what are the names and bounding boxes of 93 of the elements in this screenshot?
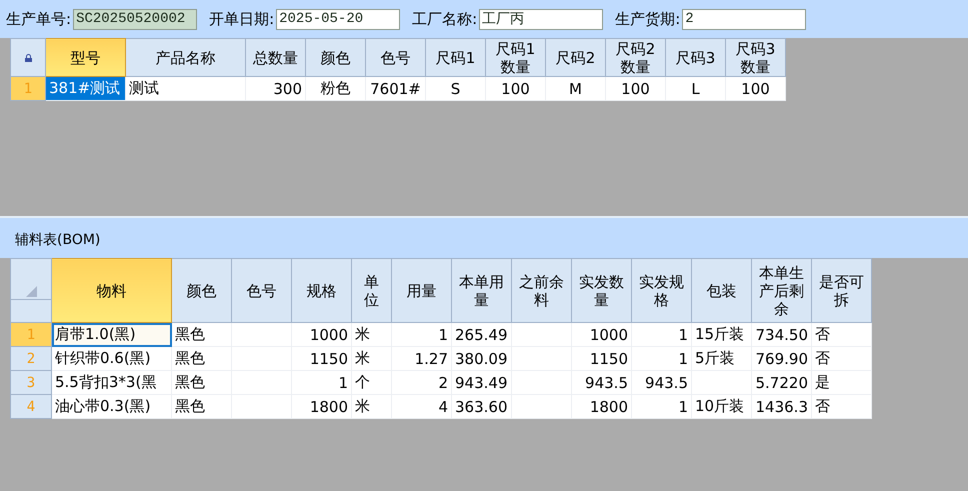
table-cell: 油心带0.3(黑) (52, 394, 172, 418)
select-all-icon[interactable] (26, 286, 36, 297)
table-cell: 1 (392, 322, 452, 346)
table-cell: 个 (352, 370, 392, 394)
table-cell: 黑色 (172, 370, 232, 394)
table-cell: 943.49 (452, 370, 512, 394)
table-cell: 1150 (292, 346, 352, 370)
table-cell: 100 (486, 76, 546, 100)
column-header[interactable]: 单位 (352, 258, 392, 322)
column-header[interactable]: 型号 (46, 38, 126, 76)
table-cell: L (666, 76, 726, 100)
table-cell: 1.27 (392, 346, 452, 370)
table-cell: 7601# (366, 76, 426, 100)
table-cell: 10斤装 (692, 394, 752, 418)
table-cell: 2 (392, 370, 452, 394)
input-field[interactable]: 2025-05-20 (276, 8, 400, 30)
table-cell: 米 (352, 346, 392, 370)
table-cell (232, 322, 292, 346)
table-cell: 380.09 (452, 346, 512, 370)
field-label: 工厂名称: (412, 10, 478, 28)
table-cell: 1000 (292, 322, 352, 346)
column-header[interactable]: 实发数量 (572, 258, 632, 322)
lock-icon (24, 54, 32, 62)
column-header[interactable]: 色号 (366, 38, 426, 76)
table-cell: 测试 (126, 76, 246, 100)
column-header[interactable]: 用量 (392, 258, 452, 322)
column-header[interactable]: 尺码3 (666, 38, 726, 76)
table-cell: 1436.3 (752, 394, 812, 418)
table-cell: 1000 (572, 322, 632, 346)
column-header[interactable]: 尺码3数量 (726, 38, 786, 76)
table-cell: 943.5 (572, 370, 632, 394)
table-cell: 否 (812, 346, 872, 370)
table-cell: 肩带1.0(黑) (52, 322, 172, 346)
table-cell (512, 322, 572, 346)
column-header[interactable]: 色号 (232, 258, 292, 322)
table-cell: 5.7220 (752, 370, 812, 394)
table-cell (232, 394, 292, 418)
input-field[interactable]: 工厂丙 (479, 8, 604, 30)
column-header[interactable]: 尺码1 (426, 38, 486, 76)
table-cell: 769.90 (752, 346, 812, 370)
table-cell: 是 (812, 370, 872, 394)
table-cell: 黑色 (172, 394, 232, 418)
table-cell: 1 (632, 394, 692, 418)
table-cell: 100 (606, 76, 666, 100)
corner-header[interactable] (10, 38, 46, 76)
column-header[interactable]: 颜色 (172, 258, 232, 322)
table-cell: 黑色 (172, 322, 232, 346)
column-header[interactable]: 物料 (52, 258, 172, 322)
column-header[interactable]: 之前余料 (512, 258, 572, 322)
table-cell: 100 (726, 76, 786, 100)
table-cell: 1 (632, 322, 692, 346)
table-cell: 米 (352, 394, 392, 418)
table-cell: 否 (812, 394, 872, 418)
table-cell: 1 (292, 370, 352, 394)
column-header[interactable]: 总数量 (246, 38, 306, 76)
table-cell: 否 (812, 322, 872, 346)
input-field[interactable]: 2 (682, 8, 806, 30)
table-cell: 943.5 (632, 370, 692, 394)
table-cell: 1 (632, 346, 692, 370)
table-cell: 381#测试 (46, 76, 126, 100)
table-cell: 15斤装 (692, 322, 752, 346)
field-label: 开单日期: (209, 10, 274, 28)
column-header[interactable]: 尺码1数量 (486, 38, 546, 76)
table-cell: M (546, 76, 606, 100)
table-cell: 1150 (572, 346, 632, 370)
table-cell (512, 394, 572, 418)
table-cell: 粉色 (306, 76, 366, 100)
table-cell: 5斤装 (692, 346, 752, 370)
table-cell: 黑色 (172, 346, 232, 370)
field-label: 生产单号: (6, 10, 72, 28)
table-cell: 300 (246, 76, 306, 100)
column-header[interactable]: 本单用量 (452, 258, 512, 322)
table-cell: S (426, 76, 486, 100)
table-cell: 363.60 (452, 394, 512, 418)
column-header[interactable]: 产品名称 (126, 38, 246, 76)
table-cell: 4 (392, 394, 452, 418)
table-cell: 针织带0.6(黑) (52, 346, 172, 370)
table-cell: 米 (352, 322, 392, 346)
column-header[interactable]: 本单生产后剩余 (752, 258, 812, 322)
column-header[interactable]: 实发规格 (632, 258, 692, 322)
section-title: 辅料表(BOM) (14, 231, 102, 250)
column-header[interactable]: 规格 (292, 258, 352, 322)
field-label: 生产货期: (615, 10, 680, 28)
table-cell: 5.5背扣3*3(黑 (52, 370, 172, 394)
table-cell: 1800 (572, 394, 632, 418)
column-header[interactable]: 包装 (692, 258, 752, 322)
column-header[interactable]: 是否可拆 (812, 258, 872, 322)
column-header[interactable]: 尺码2 (546, 38, 606, 76)
table-cell: 265.49 (452, 322, 512, 346)
table-cell: 1800 (292, 394, 352, 418)
column-header[interactable]: 尺码2数量 (606, 38, 666, 76)
column-header[interactable]: 颜色 (306, 38, 366, 76)
table-cell: 734.50 (752, 322, 812, 346)
